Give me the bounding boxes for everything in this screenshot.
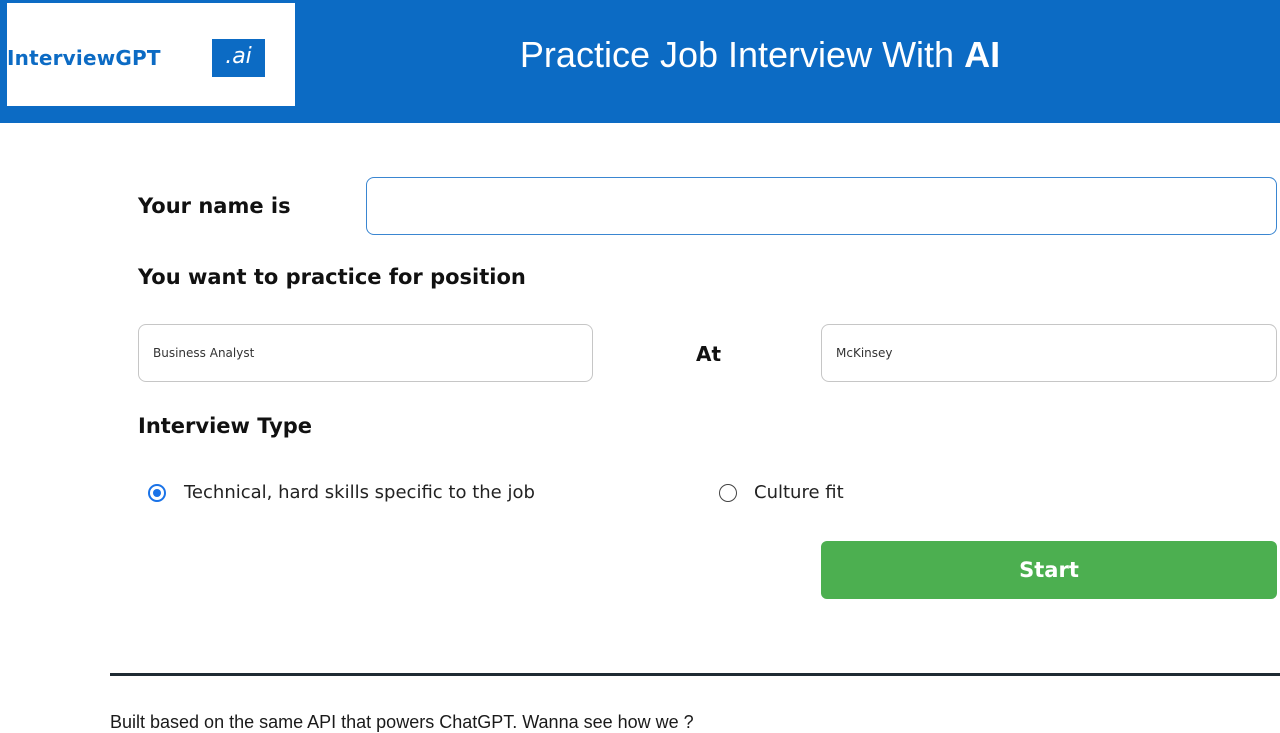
- name-label: Your name is: [138, 194, 291, 218]
- logo[interactable]: InterviewGPT .ai: [7, 3, 295, 106]
- company-input[interactable]: [821, 324, 1277, 382]
- page-title: Practice Job Interview With AI: [440, 34, 1080, 76]
- page-title-emphasis: AI: [964, 34, 1001, 75]
- position-input[interactable]: [138, 324, 593, 382]
- page-title-prefix: Practice Job Interview With: [519, 34, 965, 75]
- interview-type-label: Interview Type: [138, 414, 313, 438]
- start-button[interactable]: Start: [821, 541, 1277, 599]
- radio-button-culture-fit[interactable]: [719, 483, 737, 502]
- radio-label-technical: Technical, hard skills specific to the j…: [184, 482, 535, 503]
- header-bar: InterviewGPT .ai Practice Job Interview …: [0, 0, 1280, 123]
- radio-label-culture-fit: Culture fit: [754, 482, 844, 503]
- radio-option-technical[interactable]: Technical, hard skills specific to the j…: [148, 482, 535, 503]
- radio-option-culture-fit[interactable]: Culture fit: [719, 482, 844, 503]
- at-label: At: [696, 342, 722, 366]
- footer-text: Built based on the same API that powers …: [110, 712, 694, 732]
- name-input[interactable]: [366, 177, 1277, 235]
- logo-text: InterviewGPT: [7, 46, 161, 70]
- position-label: You want to practice for position: [138, 265, 526, 289]
- radio-button-technical[interactable]: [148, 483, 166, 502]
- logo-badge: .ai: [212, 39, 265, 77]
- footer-divider: [110, 673, 1280, 676]
